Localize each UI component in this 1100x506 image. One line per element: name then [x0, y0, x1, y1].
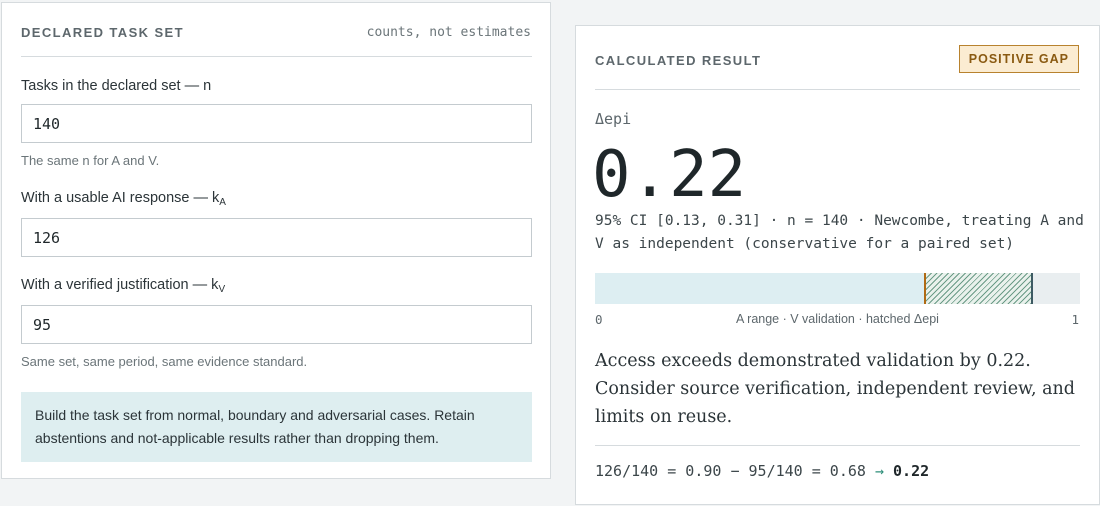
metric-label: Δepi [595, 110, 632, 128]
validation-marker [924, 273, 926, 304]
field-label-kv: With a verified justification — kV [21, 277, 226, 295]
kv-input[interactable] [21, 305, 532, 344]
calculated-result-panel: CALCULATED RESULT POSITIVE GAP Δepi 0.22… [575, 25, 1100, 505]
divider [21, 56, 532, 57]
formula-main: 126/140 = 0.90 − 95/140 = 0.68 [595, 462, 866, 480]
field-label-n: Tasks in the declared set — n [21, 78, 212, 94]
conclusion-text: Access exceeds demonstrated validation b… [595, 351, 1075, 427]
hint-n: The same n for A and V. [21, 153, 160, 168]
metric-value: 0.22 [592, 138, 747, 212]
ka-input[interactable] [21, 218, 532, 257]
bar-max-label: 1 [1071, 312, 1079, 327]
formula-line: 126/140 = 0.90 − 95/140 = 0.68 → 0.22 [595, 462, 929, 480]
hint-v: Same set, same period, same evidence sta… [21, 354, 308, 369]
n-input[interactable] [21, 104, 532, 143]
guidance-note: Build the task set from normal, boundary… [21, 392, 532, 462]
declared-task-set-panel: DECLARED TASK SET counts, not estimates … [1, 2, 551, 479]
divider [595, 89, 1080, 90]
arrow-icon: → [874, 462, 884, 480]
status-badge: POSITIVE GAP [958, 45, 1079, 73]
validation-bar [595, 273, 1080, 304]
panel-subtitle: counts, not estimates [366, 25, 531, 40]
gap-hatched-segment [925, 273, 1032, 304]
field-label-ka: With a usable AI response — kA [21, 190, 226, 208]
panel-title: CALCULATED RESULT [595, 53, 762, 68]
access-range-segment [595, 273, 925, 304]
formula-result: 0.22 [893, 462, 930, 480]
confidence-interval-text: 95% CI [0.13, 0.31] · n = 140 · Newcombe… [595, 213, 1084, 252]
divider [595, 445, 1080, 446]
access-marker [1031, 273, 1033, 304]
panel-title: DECLARED TASK SET [21, 25, 184, 40]
bar-caption: A range · V validation · hatched Δepi [736, 312, 939, 326]
